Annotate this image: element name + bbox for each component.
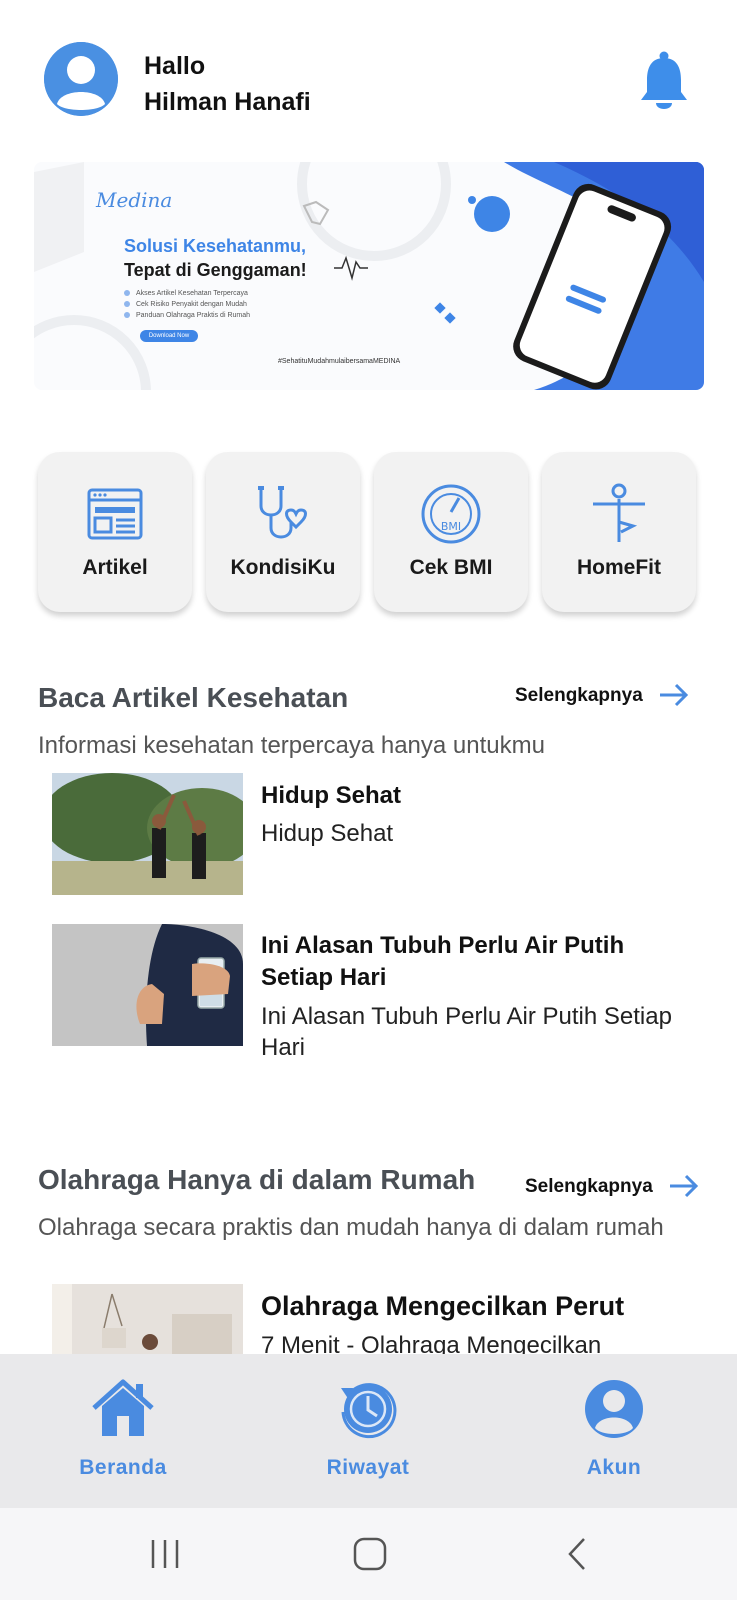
feature-label: Cek BMI — [409, 556, 493, 579]
feature-label: Artikel — [82, 556, 148, 579]
article-thumbnail[interactable] — [52, 924, 243, 1046]
articles-see-more-link[interactable]: Selengkapnya — [515, 685, 643, 707]
banner-headline-1: Solusi Kesehatanmu, — [124, 236, 307, 256]
exercise-subtitle: 7 Menit - Olahraga Mengecilkan — [261, 1332, 602, 1354]
feature-card-cek-bmi[interactable]: BMI Cek BMI — [374, 452, 528, 612]
banner-download-button[interactable]: Download Now — [140, 330, 198, 342]
banner-headline-2: Tepat di Genggaman! — [124, 260, 307, 280]
nav-label: Akun — [586, 1456, 642, 1479]
feature-label: KondisiKu — [230, 556, 336, 579]
nav-item-akun[interactable]: Akun — [539, 1376, 689, 1496]
banner-hashtag: #SehatituMudahmulaibersamaMEDINA — [278, 358, 401, 365]
greeting-block: Hallo Hilman Hanafi — [144, 48, 311, 120]
back-icon[interactable] — [558, 1536, 598, 1572]
promo-banner[interactable]: Medina Solusi Kesehatanmu, Tepat di Geng… — [34, 162, 704, 390]
feature-label: HomeFit — [577, 556, 661, 579]
arrow-right-icon[interactable] — [668, 1173, 700, 1199]
user-avatar-icon[interactable] — [44, 42, 118, 116]
greeting-text: Hallo — [144, 52, 206, 80]
feature-grid: Artikel KondisiKu BMI Cek BMI HomeFit — [38, 452, 702, 612]
header: Hallo Hilman Hanafi — [0, 0, 737, 150]
stethoscope-heart-icon — [258, 486, 307, 539]
banner-bullet: Panduan Olahraga Praktis di Rumah — [124, 310, 250, 321]
banner-bullet: Cek Risiko Penyakit dengan Mudah — [124, 299, 250, 310]
articles-section-subtitle: Informasi kesehatan terpercaya hanya unt… — [38, 732, 545, 759]
nav-label: Riwayat — [326, 1456, 410, 1479]
arrow-right-icon[interactable] — [658, 682, 690, 708]
nav-item-beranda[interactable]: Beranda — [48, 1376, 198, 1496]
exercise-see-more-link[interactable]: Selengkapnya — [525, 1176, 653, 1198]
feature-card-artikel[interactable]: Artikel — [38, 452, 192, 612]
nav-item-riwayat[interactable]: Riwayat — [293, 1376, 443, 1496]
article-icon — [87, 488, 143, 540]
article-subtitle: Hidup Sehat — [261, 820, 394, 847]
feature-card-homefit[interactable]: HomeFit — [542, 452, 696, 612]
svg-text:BMI: BMI — [441, 520, 461, 533]
exercise-section-title: Olahraga Hanya di dalam Rumah — [38, 1164, 476, 1195]
home-icon — [92, 1379, 154, 1436]
article-title[interactable]: Hidup Sehat — [261, 780, 681, 812]
exercise-thumbnail[interactable] — [52, 1284, 243, 1354]
banner-bullet: Akses Artikel Kesehatan Terpercaya — [124, 288, 250, 299]
nav-label: Beranda — [79, 1456, 167, 1479]
article-thumbnail[interactable] — [52, 773, 243, 895]
account-icon — [585, 1380, 643, 1438]
article-subtitle: Ini Alasan Tubuh Perlu Air Putih Setiap … — [261, 1003, 672, 1061]
feature-card-kondisiku[interactable]: KondisiKu — [206, 452, 360, 612]
bmi-gauge-icon: BMI — [421, 484, 481, 544]
banner-bullet-list: Akses Artikel Kesehatan Terpercaya Cek R… — [124, 288, 250, 321]
articles-section-title: Baca Artikel Kesehatan — [38, 682, 349, 713]
exercise-title[interactable]: Olahraga Mengecilkan Perut — [261, 1290, 681, 1322]
article-title[interactable]: Ini Alasan Tubuh Perlu Air Putih Setiap … — [261, 930, 681, 994]
system-navigation-bar — [0, 1508, 737, 1600]
home-button-icon[interactable] — [350, 1536, 390, 1572]
recent-apps-icon[interactable] — [145, 1536, 185, 1572]
bell-icon[interactable] — [638, 50, 690, 112]
history-icon — [341, 1383, 397, 1439]
banner-logo: Medina — [96, 188, 173, 212]
exercise-person-icon — [593, 483, 645, 542]
bottom-navigation: Beranda Riwayat Akun — [0, 1354, 737, 1508]
user-name: Hilman Hanafi — [144, 88, 311, 116]
exercise-section-subtitle: Olahraga secara praktis dan mudah hanya … — [38, 1214, 664, 1241]
